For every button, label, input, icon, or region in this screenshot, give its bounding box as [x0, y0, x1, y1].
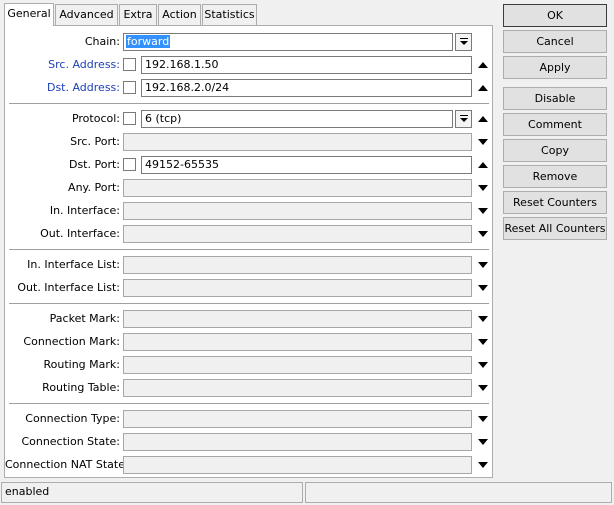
connection-type-row: Connection Type: [5, 410, 492, 428]
routing-table-row: Routing Table: [5, 379, 492, 397]
in-interface-label: In. Interface: [49, 204, 120, 217]
connection-nat-state-input[interactable] [123, 456, 472, 474]
tab-extra[interactable]: Extra [119, 4, 157, 25]
dst-address-collapse-icon[interactable] [474, 79, 492, 97]
routing-table-expand-icon[interactable] [474, 379, 492, 397]
src-address-collapse-icon[interactable] [474, 56, 492, 74]
tab-general[interactable]: General [4, 3, 54, 26]
src-port-row: Src. Port: [5, 133, 492, 151]
packet-mark-input[interactable] [123, 310, 472, 328]
in-interface-list-expand-icon[interactable] [474, 256, 492, 274]
in-interface-list-input[interactable] [123, 256, 472, 274]
any-port-row: Any. Port: [5, 179, 492, 197]
separator [9, 249, 489, 251]
out-interface-label: Out. Interface: [40, 227, 120, 240]
src-address-input[interactable]: 192.168.1.50 [141, 56, 472, 74]
protocol-row: Protocol: 6 (tcp) [5, 110, 492, 128]
out-interface-list-row: Out. Interface List: [5, 279, 492, 297]
reset-all-counters-button[interactable]: Reset All Counters [503, 217, 607, 240]
out-interface-list-expand-icon[interactable] [474, 279, 492, 297]
chain-label: Chain: [84, 35, 120, 48]
separator [9, 403, 489, 405]
packet-mark-row: Packet Mark: [5, 310, 492, 328]
packet-mark-expand-icon[interactable] [474, 310, 492, 328]
any-port-expand-icon[interactable] [474, 179, 492, 197]
connection-mark-label: Connection Mark: [23, 335, 120, 348]
connection-type-label: Connection Type: [25, 412, 120, 425]
connection-type-input[interactable] [123, 410, 472, 428]
in-interface-list-row: In. Interface List: [5, 256, 492, 274]
connection-state-expand-icon[interactable] [474, 433, 492, 451]
separator [9, 103, 489, 105]
chain-row: Chain: forward [5, 33, 492, 51]
src-port-expand-icon[interactable] [474, 133, 492, 151]
in-interface-row: In. Interface: [5, 202, 492, 220]
tab-advanced[interactable]: Advanced [55, 4, 118, 25]
out-interface-row: Out. Interface: [5, 225, 492, 243]
routing-mark-expand-icon[interactable] [474, 356, 492, 374]
routing-table-input[interactable] [123, 379, 472, 397]
protocol-dropdown-icon[interactable] [455, 110, 472, 128]
protocol-collapse-icon[interactable] [474, 110, 492, 128]
dst-address-invert-checkbox[interactable] [123, 81, 136, 94]
reset-counters-button[interactable]: Reset Counters [503, 191, 607, 214]
dst-address-row: Dst. Address: 192.168.2.0/24 [5, 79, 492, 97]
in-interface-expand-icon[interactable] [474, 202, 492, 220]
copy-button[interactable]: Copy [503, 139, 607, 162]
routing-mark-input[interactable] [123, 356, 472, 374]
connection-mark-expand-icon[interactable] [474, 333, 492, 351]
connection-mark-row: Connection Mark: [5, 333, 492, 351]
chain-dropdown-icon[interactable] [455, 33, 472, 51]
connection-state-input[interactable] [123, 433, 472, 451]
comment-button[interactable]: Comment [503, 113, 607, 136]
dst-port-input[interactable]: 49152-65535 [141, 156, 472, 174]
general-panel: Chain: forward Src. Address: 192.168.1.5… [4, 25, 493, 478]
chain-value: forward [126, 35, 171, 48]
out-interface-input[interactable] [123, 225, 472, 243]
src-port-label: Src. Port: [70, 135, 120, 148]
routing-mark-label: Routing Mark: [43, 358, 120, 371]
src-port-input[interactable] [123, 133, 472, 151]
remove-button[interactable]: Remove [503, 165, 607, 188]
out-interface-list-input[interactable] [123, 279, 472, 297]
protocol-label: Protocol: [71, 112, 120, 125]
any-port-input[interactable] [123, 179, 472, 197]
in-interface-input[interactable] [123, 202, 472, 220]
protocol-invert-checkbox[interactable] [123, 112, 136, 125]
connection-type-expand-icon[interactable] [474, 410, 492, 428]
connection-mark-input[interactable] [123, 333, 472, 351]
in-interface-list-label: In. Interface List: [27, 258, 120, 271]
cancel-button[interactable]: Cancel [503, 30, 607, 53]
connection-nat-state-row: Connection NAT State: [5, 456, 492, 474]
connection-state-label: Connection State: [21, 435, 120, 448]
connection-nat-state-expand-icon[interactable] [474, 456, 492, 474]
routing-mark-row: Routing Mark: [5, 356, 492, 374]
apply-button[interactable]: Apply [503, 56, 607, 79]
tab-statistics[interactable]: Statistics [202, 4, 257, 25]
status-enabled: enabled [1, 482, 303, 503]
src-address-invert-checkbox[interactable] [123, 58, 136, 71]
chain-select[interactable]: forward [123, 33, 453, 51]
src-address-row: Src. Address: 192.168.1.50 [5, 56, 492, 74]
dst-address-label: Dst. Address: [46, 81, 120, 94]
separator [9, 303, 489, 305]
dst-address-input[interactable]: 192.168.2.0/24 [141, 79, 472, 97]
dst-port-invert-checkbox[interactable] [123, 158, 136, 171]
any-port-label: Any. Port: [68, 181, 120, 194]
connection-state-row: Connection State: [5, 433, 492, 451]
src-address-label: Src. Address: [48, 58, 120, 71]
connection-nat-state-label: Connection NAT State: [5, 458, 129, 471]
ok-button[interactable]: OK [503, 4, 607, 27]
packet-mark-label: Packet Mark: [49, 312, 120, 325]
disable-button[interactable]: Disable [503, 87, 607, 110]
dst-port-row: Dst. Port: 49152-65535 [5, 156, 492, 174]
out-interface-expand-icon[interactable] [474, 225, 492, 243]
dst-port-collapse-icon[interactable] [474, 156, 492, 174]
protocol-select[interactable]: 6 (tcp) [141, 110, 453, 128]
out-interface-list-label: Out. Interface List: [17, 281, 120, 294]
tab-action[interactable]: Action [158, 4, 201, 25]
routing-table-label: Routing Table: [42, 381, 120, 394]
status-secondary [305, 482, 612, 503]
dst-port-label: Dst. Port: [68, 158, 120, 171]
